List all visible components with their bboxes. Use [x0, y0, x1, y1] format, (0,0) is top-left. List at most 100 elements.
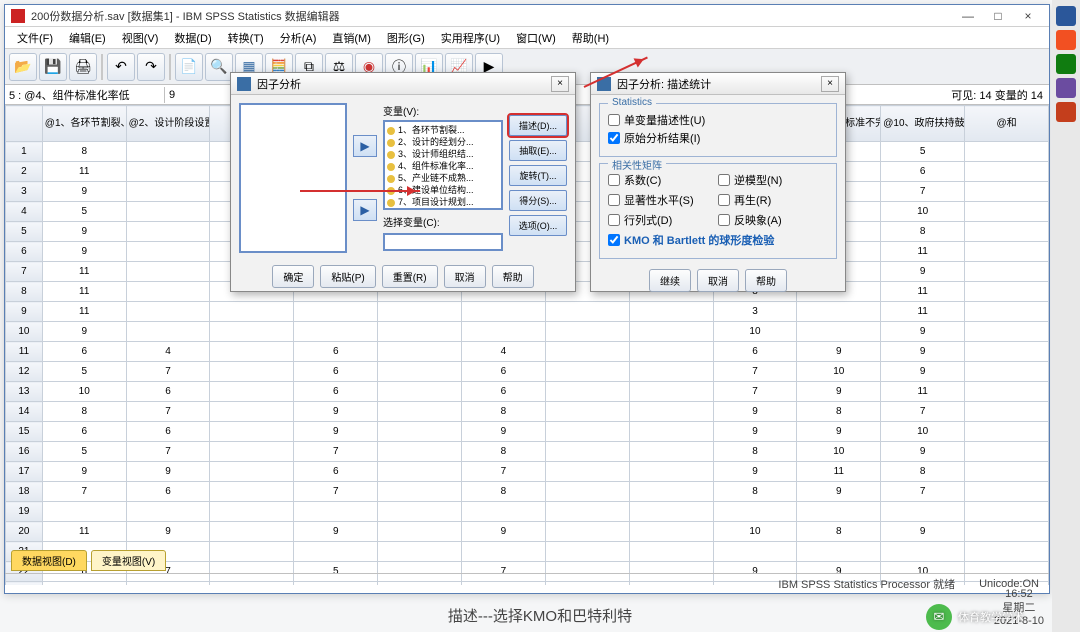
- data-cell[interactable]: [545, 422, 629, 442]
- undo-icon[interactable]: ↶: [107, 53, 135, 81]
- data-cell[interactable]: [965, 202, 1049, 222]
- dialog-close-button[interactable]: ×: [551, 76, 569, 92]
- data-cell[interactable]: [378, 442, 462, 462]
- data-cell[interactable]: 9: [126, 462, 210, 482]
- data-cell[interactable]: 11: [797, 462, 881, 482]
- data-cell[interactable]: 8: [462, 402, 546, 422]
- repro-check[interactable]: 再生(R): [718, 192, 828, 208]
- col-header[interactable]: @和: [965, 106, 1049, 142]
- data-cell[interactable]: [378, 362, 462, 382]
- data-cell[interactable]: [797, 502, 881, 522]
- maximize-button[interactable]: □: [983, 6, 1013, 26]
- data-cell[interactable]: [965, 322, 1049, 342]
- data-cell[interactable]: [126, 162, 210, 182]
- data-cell[interactable]: [126, 262, 210, 282]
- data-cell[interactable]: 10: [42, 382, 126, 402]
- data-cell[interactable]: [629, 522, 713, 542]
- cancel-button[interactable]: 取消: [444, 265, 486, 288]
- data-cell[interactable]: 7: [294, 482, 378, 502]
- tray-ico4[interactable]: [1056, 78, 1076, 98]
- data-cell[interactable]: [629, 482, 713, 502]
- data-cell[interactable]: [545, 502, 629, 522]
- data-cell[interactable]: 8: [881, 222, 965, 242]
- var-item[interactable]: 1、各环节割裂...: [387, 124, 499, 136]
- extract-button[interactable]: 抽取(E)...: [509, 140, 567, 161]
- data-cell[interactable]: 6: [294, 342, 378, 362]
- data-cell[interactable]: [126, 182, 210, 202]
- data-cell[interactable]: [126, 302, 210, 322]
- data-cell[interactable]: 10: [713, 322, 797, 342]
- data-cell[interactable]: [965, 162, 1049, 182]
- data-cell[interactable]: 9: [881, 442, 965, 462]
- row-header[interactable]: 20: [6, 522, 43, 542]
- data-cell[interactable]: 8: [42, 402, 126, 422]
- tab-data-view[interactable]: 数据视图(D): [11, 550, 87, 571]
- data-cell[interactable]: [965, 442, 1049, 462]
- data-cell[interactable]: [462, 322, 546, 342]
- data-cell[interactable]: [378, 302, 462, 322]
- row-header[interactable]: 2: [6, 162, 43, 182]
- data-cell[interactable]: 6: [126, 482, 210, 502]
- col-header[interactable]: @1、各环节割裂、共享、反馈机制不完善: [42, 106, 126, 142]
- data-cell[interactable]: 9: [42, 322, 126, 342]
- data-cell[interactable]: [629, 442, 713, 462]
- data-cell[interactable]: [210, 482, 294, 502]
- data-cell[interactable]: [210, 302, 294, 322]
- data-cell[interactable]: [378, 502, 462, 522]
- coef-check[interactable]: 系数(C): [608, 172, 718, 188]
- data-cell[interactable]: 9: [881, 322, 965, 342]
- data-cell[interactable]: 7: [462, 462, 546, 482]
- data-cell[interactable]: 6: [126, 422, 210, 442]
- data-cell[interactable]: [210, 462, 294, 482]
- data-cell[interactable]: [545, 482, 629, 502]
- data-cell[interactable]: 9: [713, 462, 797, 482]
- continue-button[interactable]: 继续: [649, 269, 691, 292]
- data-cell[interactable]: 8: [42, 142, 126, 162]
- minimize-button[interactable]: —: [953, 6, 983, 26]
- data-cell[interactable]: [378, 522, 462, 542]
- options-button[interactable]: 选项(O)...: [509, 215, 567, 236]
- data-cell[interactable]: [965, 282, 1049, 302]
- data-cell[interactable]: [545, 342, 629, 362]
- data-cell[interactable]: [210, 542, 294, 562]
- data-cell[interactable]: [965, 362, 1049, 382]
- data-cell[interactable]: [629, 342, 713, 362]
- data-cell[interactable]: [210, 522, 294, 542]
- data-cell[interactable]: 7: [881, 182, 965, 202]
- data-cell[interactable]: 9: [294, 402, 378, 422]
- data-cell[interactable]: 10: [713, 522, 797, 542]
- data-cell[interactable]: [378, 342, 462, 362]
- menu-market[interactable]: 直销(M): [324, 28, 379, 48]
- dialog2-close-button[interactable]: ×: [821, 76, 839, 92]
- data-cell[interactable]: [629, 502, 713, 522]
- cancel2-button[interactable]: 取消: [697, 269, 739, 292]
- row-header[interactable]: 18: [6, 482, 43, 502]
- row-header[interactable]: 3: [6, 182, 43, 202]
- data-cell[interactable]: 6: [713, 342, 797, 362]
- data-cell[interactable]: [378, 542, 462, 562]
- row-header[interactable]: 4: [6, 202, 43, 222]
- tray-win-icon[interactable]: [1056, 6, 1076, 26]
- data-cell[interactable]: [126, 222, 210, 242]
- menu-file[interactable]: 文件(F): [9, 28, 61, 48]
- data-cell[interactable]: [965, 542, 1049, 562]
- data-cell[interactable]: 11: [42, 262, 126, 282]
- tab-variable-view[interactable]: 变量视图(V): [91, 550, 166, 571]
- data-cell[interactable]: 8: [797, 402, 881, 422]
- data-cell[interactable]: 9: [42, 182, 126, 202]
- data-cell[interactable]: 9: [881, 362, 965, 382]
- data-cell[interactable]: 5: [42, 362, 126, 382]
- data-cell[interactable]: [210, 362, 294, 382]
- data-cell[interactable]: 6: [881, 162, 965, 182]
- menu-transform[interactable]: 转换(T): [220, 28, 272, 48]
- data-cell[interactable]: 8: [797, 522, 881, 542]
- find-icon[interactable]: 🔍: [205, 53, 233, 81]
- data-cell[interactable]: 10: [881, 422, 965, 442]
- data-cell[interactable]: 8: [462, 482, 546, 502]
- data-cell[interactable]: [294, 302, 378, 322]
- data-cell[interactable]: 9: [713, 402, 797, 422]
- data-cell[interactable]: 10: [797, 362, 881, 382]
- data-cell[interactable]: [965, 402, 1049, 422]
- row-header[interactable]: 13: [6, 382, 43, 402]
- data-cell[interactable]: 9: [797, 482, 881, 502]
